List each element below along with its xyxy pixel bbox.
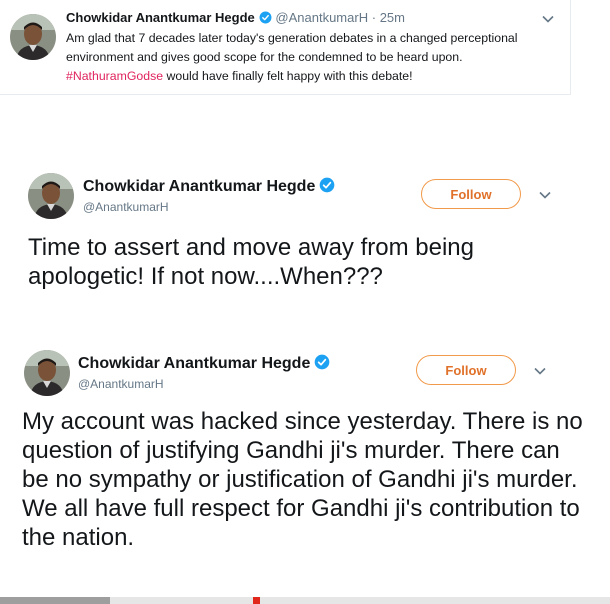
tweet-text: My account was hacked since yesterday. T… bbox=[22, 408, 583, 551]
follow-button[interactable]: Follow bbox=[416, 355, 516, 385]
tweet-collage: Chowkidar Anantkumar Hegde @AnantkumarH … bbox=[0, 0, 610, 604]
tweet-text-part: would have finally felt happy with this … bbox=[163, 69, 413, 83]
chevron-down-icon[interactable] bbox=[533, 364, 547, 378]
verified-badge-icon bbox=[259, 11, 272, 24]
avatar[interactable] bbox=[28, 173, 74, 219]
display-name[interactable]: Chowkidar Anantkumar Hegde bbox=[83, 177, 335, 196]
user-handle[interactable]: @AnantkumarH bbox=[78, 377, 164, 391]
verified-badge-icon bbox=[315, 354, 330, 370]
follow-button[interactable]: Follow bbox=[421, 179, 521, 209]
display-name[interactable]: Chowkidar Anantkumar Hegde bbox=[66, 10, 255, 25]
display-name-text: Chowkidar Anantkumar Hegde bbox=[83, 178, 316, 195]
tweet-text-part: Am glad that 7 decades later today's gen… bbox=[66, 31, 518, 64]
tweet-text: Am glad that 7 decades later today's gen… bbox=[66, 29, 561, 86]
bottom-progress-bar bbox=[0, 597, 610, 604]
avatar[interactable] bbox=[24, 350, 70, 396]
user-handle[interactable]: @AnantkumarH bbox=[83, 200, 169, 214]
display-name[interactable]: Chowkidar Anantkumar Hegde bbox=[78, 354, 330, 373]
separator: · bbox=[371, 10, 377, 25]
tweet-card-1[interactable]: Chowkidar Anantkumar Hegde @AnantkumarH … bbox=[0, 0, 571, 95]
verified-badge-icon bbox=[320, 177, 335, 193]
tweet-header: Chowkidar Anantkumar Hegde @AnantkumarH … bbox=[66, 10, 405, 25]
progress-segment bbox=[0, 597, 110, 604]
hashtag-link[interactable]: #NathuramGodse bbox=[66, 69, 163, 83]
user-handle[interactable]: @AnantkumarH bbox=[275, 10, 368, 25]
avatar[interactable] bbox=[10, 14, 56, 60]
display-name-text: Chowkidar Anantkumar Hegde bbox=[78, 355, 311, 372]
tweet-card-3[interactable]: Chowkidar Anantkumar Hegde @AnantkumarH … bbox=[0, 340, 610, 595]
chevron-down-icon[interactable] bbox=[538, 188, 552, 202]
tweet-card-2[interactable]: Chowkidar Anantkumar Hegde @AnantkumarH … bbox=[0, 160, 610, 310]
progress-marker bbox=[253, 597, 260, 604]
timestamp[interactable]: 25m bbox=[380, 10, 405, 25]
tweet-text: Time to assert and move away from being … bbox=[28, 234, 474, 290]
chevron-down-icon[interactable] bbox=[541, 12, 555, 26]
